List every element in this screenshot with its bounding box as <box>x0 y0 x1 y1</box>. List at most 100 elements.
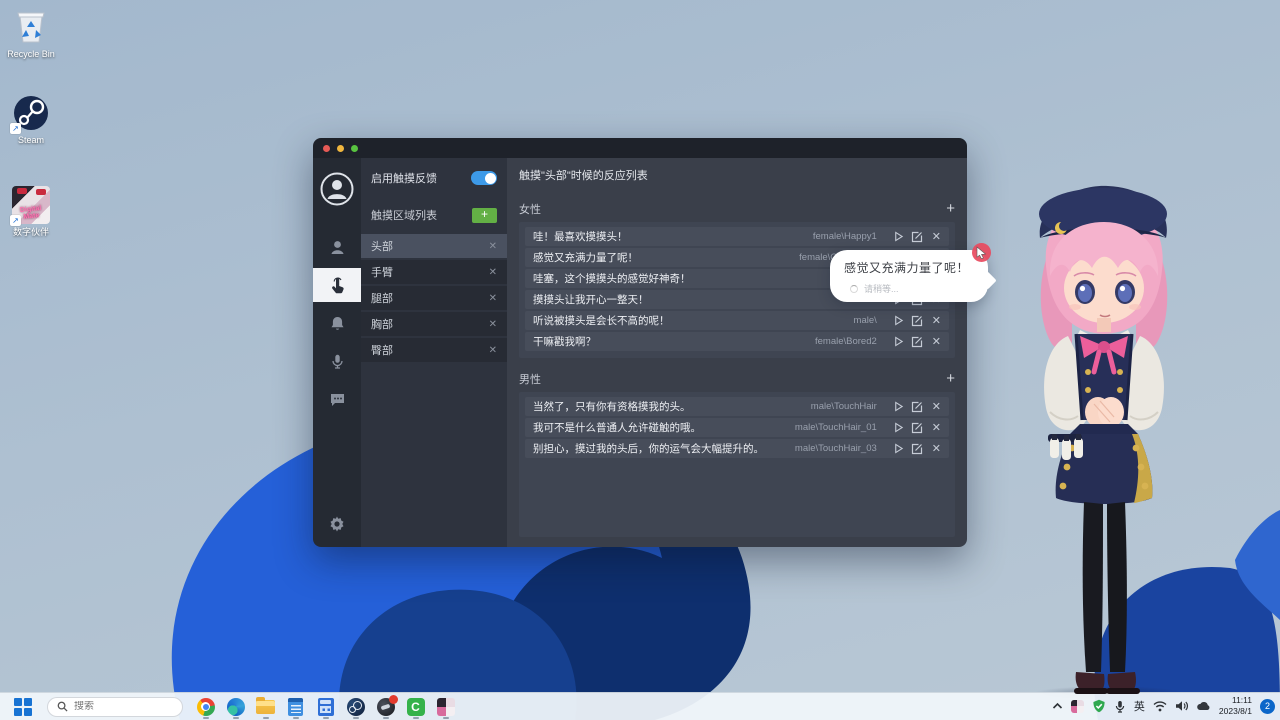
edit-icon[interactable] <box>911 443 923 455</box>
close-icon[interactable]: ✕ <box>932 230 941 243</box>
taskbar-app-edge[interactable] <box>225 695 246 719</box>
anime-character[interactable] <box>1006 176 1204 712</box>
play-icon[interactable] <box>893 401 904 412</box>
taskbar-app-chrome[interactable] <box>195 695 216 719</box>
steam-icon <box>346 697 365 716</box>
close-icon[interactable]: ✕ <box>489 345 497 356</box>
taskbar-app-steam[interactable] <box>345 695 366 719</box>
search-icon <box>57 701 68 712</box>
shortcut-arrow-icon: ↗ <box>10 123 21 134</box>
edge-icon <box>226 697 245 716</box>
close-window-button[interactable] <box>323 144 330 152</box>
close-icon[interactable]: ✕ <box>932 335 941 348</box>
add-female-reaction-button[interactable]: + <box>946 201 955 216</box>
file-explorer-icon <box>256 696 275 714</box>
notification-count-badge[interactable]: 2 <box>1260 698 1275 714</box>
avatar-icon[interactable] <box>320 172 354 206</box>
maximize-window-button[interactable] <box>351 144 358 152</box>
area-list-header: 触摸区域列表 <box>371 210 437 222</box>
taskbar-search[interactable] <box>47 696 183 717</box>
character-speech-bubble: 感觉又充满力量了呢！ 请稍等... <box>830 250 988 302</box>
voice-tag: male\TouchHair_03 <box>794 443 877 454</box>
taskbar-app-notepad[interactable] <box>285 695 306 719</box>
taskbar-app-c[interactable]: C <box>405 695 426 719</box>
reaction-text: 摸摸头让我开心一整天！ <box>533 294 649 306</box>
add-area-button[interactable]: + <box>472 207 497 223</box>
speech-wait-text: 请稍等... <box>864 284 899 294</box>
steam-icon: ↗ <box>10 94 50 134</box>
nav-voice-tab[interactable] <box>313 344 361 378</box>
nav-notifications-tab[interactable] <box>313 306 361 340</box>
close-icon[interactable]: ✕ <box>932 400 941 413</box>
edit-icon[interactable] <box>911 315 923 327</box>
desktop-icon-recycle-bin[interactable]: Recycle Bin <box>0 8 62 59</box>
close-icon[interactable]: ✕ <box>932 442 941 455</box>
touch-area-item-leg[interactable]: 腿部 ✕ <box>361 286 507 310</box>
touch-feedback-toggle[interactable] <box>471 171 497 185</box>
voice-tag: female\Happy1 <box>812 231 877 242</box>
taskbar-app-calculator[interactable] <box>315 695 336 719</box>
c-app-icon: C <box>406 697 425 716</box>
desktop-icon-digital-mate[interactable]: Digital Mate ↗ 数字伙伴 <box>0 186 62 237</box>
recycle-bin-icon <box>12 8 50 46</box>
add-male-reaction-button[interactable]: + <box>946 371 955 386</box>
start-button[interactable] <box>13 697 32 716</box>
reaction-row[interactable]: 干嘛戳我啊？ female\Bored2 ✕ <box>525 332 949 351</box>
edit-icon[interactable] <box>911 401 923 413</box>
close-icon[interactable]: ✕ <box>489 241 497 252</box>
voice-tag: male\TouchHair <box>810 401 877 412</box>
edit-icon[interactable] <box>911 422 923 434</box>
nav-touch-tab[interactable] <box>313 268 361 302</box>
taskbar-app-dark[interactable] <box>375 694 398 719</box>
edit-icon[interactable] <box>911 336 923 348</box>
touch-area-item-hip[interactable]: 臀部 ✕ <box>361 338 507 362</box>
reaction-text: 我可不是什么普通人允许碰触的哦。 <box>533 422 701 434</box>
taskbar-app-file-explorer[interactable] <box>255 695 276 719</box>
settings-gear-icon[interactable] <box>328 515 346 533</box>
nav-chat-tab[interactable] <box>313 382 361 416</box>
desktop-icon-steam[interactable]: ↗ Steam <box>0 94 62 145</box>
close-icon[interactable]: ✕ <box>489 293 497 304</box>
play-icon[interactable] <box>893 336 904 347</box>
close-icon[interactable]: ✕ <box>932 421 941 434</box>
play-icon[interactable] <box>893 422 904 433</box>
nav-rail <box>313 158 361 547</box>
clock-date: 2023/8/1 <box>1218 706 1252 716</box>
reaction-row[interactable]: 别担心，摸过我的头后，你的运气会大幅提升的。 male\TouchHair_03… <box>525 439 949 458</box>
play-icon[interactable] <box>893 231 904 242</box>
touch-area-item-chest[interactable]: 胸部 ✕ <box>361 312 507 336</box>
taskbar-app-digital-mate[interactable] <box>435 695 456 719</box>
icon-label: 数字伙伴 <box>12 227 49 237</box>
reaction-text: 哇！最喜欢摸摸头！ <box>533 231 628 243</box>
close-icon[interactable]: ✕ <box>489 267 497 278</box>
minimize-window-button[interactable] <box>337 144 344 152</box>
reaction-row[interactable]: 我可不是什么普通人允许碰触的哦。 male\TouchHair_01 ✕ <box>525 418 949 437</box>
clock-time: 11:11 <box>1231 694 1252 705</box>
touch-area-item-arm[interactable]: 手臂 ✕ <box>361 260 507 284</box>
close-icon[interactable]: ✕ <box>489 319 497 330</box>
reaction-text: 感觉又充满力量了呢！ <box>533 252 638 264</box>
digital-mate-settings-window: 启用触摸反馈 触摸区域列表 + 头部 ✕ 手臂 ✕ 腿部 ✕ 胸部 ✕ 臀部 ✕… <box>313 138 967 547</box>
mouse-cursor <box>972 243 991 262</box>
search-input[interactable] <box>74 701 164 712</box>
calculator-icon <box>317 697 334 716</box>
reaction-text: 听说被摸头是会长不高的呢！ <box>533 315 670 327</box>
play-icon[interactable] <box>893 443 904 454</box>
touch-panel: 启用触摸反馈 触摸区域列表 + 头部 ✕ 手臂 ✕ 腿部 ✕ 胸部 ✕ 臀部 ✕ <box>361 158 507 547</box>
male-section-label: 男性 <box>519 374 541 386</box>
play-icon[interactable] <box>893 315 904 326</box>
touch-area-list: 头部 ✕ 手臂 ✕ 腿部 ✕ 胸部 ✕ 臀部 ✕ <box>361 234 507 364</box>
window-titlebar[interactable] <box>313 138 967 158</box>
edit-icon[interactable] <box>911 231 923 243</box>
reaction-row[interactable]: 哇！最喜欢摸摸头！ female\Happy1 ✕ <box>525 227 949 246</box>
nav-character-tab[interactable] <box>313 230 361 264</box>
reaction-text: 干嘛戳我啊？ <box>533 336 596 348</box>
speech-text: 感觉又充满力量了呢！ <box>844 261 970 275</box>
touch-area-item-head[interactable]: 头部 ✕ <box>361 234 507 258</box>
close-icon[interactable]: ✕ <box>932 314 941 327</box>
reaction-row[interactable]: 当然了，只有你有资格摸我的头。 male\TouchHair ✕ <box>525 397 949 416</box>
taskbar-clock[interactable]: 11:11 2023/8/1 <box>1219 695 1252 717</box>
voice-tag: male\ <box>853 315 877 326</box>
icon-label: Recycle Bin <box>7 49 55 59</box>
reaction-row[interactable]: 听说被摸头是会长不高的呢！ male\ ✕ <box>525 311 949 330</box>
